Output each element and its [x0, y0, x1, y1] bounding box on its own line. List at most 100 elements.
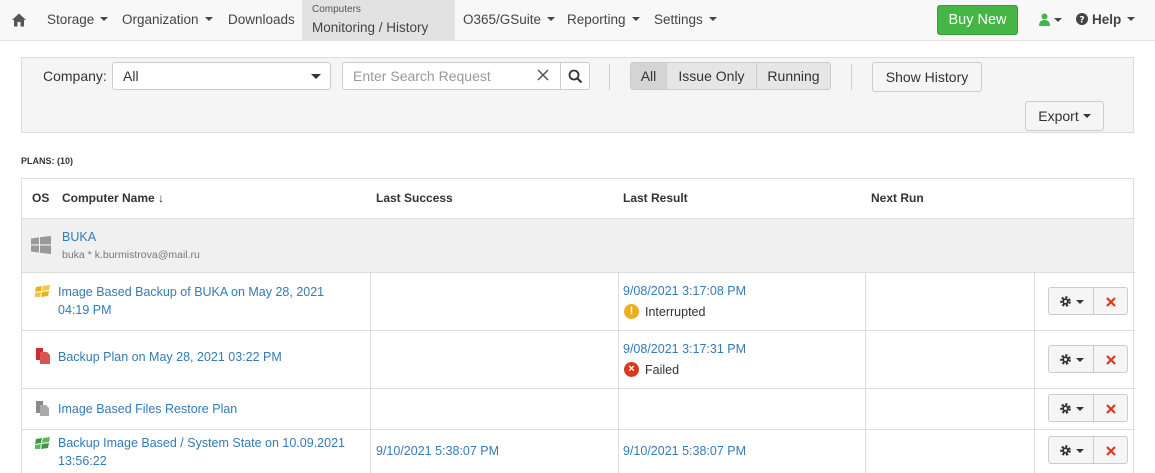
- search-button[interactable]: [560, 62, 590, 90]
- show-history-button[interactable]: Show History: [872, 62, 982, 92]
- divider: [609, 64, 610, 90]
- plan-settings-button[interactable]: [1048, 345, 1094, 373]
- chevron-down-icon: [1082, 114, 1091, 119]
- system-state-icon: [35, 437, 50, 449]
- nav-reporting-label: Reporting: [567, 12, 626, 27]
- header-last-success[interactable]: Last Success: [376, 179, 453, 218]
- close-icon: [1106, 355, 1116, 365]
- toggle-running[interactable]: Running: [756, 62, 831, 90]
- search-icon: [568, 69, 583, 84]
- home-icon[interactable]: [11, 12, 27, 28]
- toggle-issue-only[interactable]: Issue Only: [666, 62, 757, 90]
- delete-plan-button[interactable]: [1093, 287, 1128, 315]
- chevron-down-icon: [204, 17, 213, 22]
- delete-plan-button[interactable]: [1093, 345, 1128, 373]
- table-row: Backup Plan on May 28, 2021 03:22 PM 9/0…: [22, 331, 1133, 388]
- plan-name-link[interactable]: Image Based Files Restore Plan: [58, 400, 358, 418]
- header-last-result[interactable]: Last Result: [623, 179, 688, 218]
- plan-name-link[interactable]: Backup Image Based / System State on 10.…: [58, 434, 358, 470]
- nav-o365[interactable]: O365/GSuite: [463, 0, 556, 40]
- chevron-down-icon: [1076, 300, 1084, 304]
- status-text: Interrupted: [645, 305, 706, 319]
- chevron-down-icon: [1076, 449, 1084, 453]
- chevron-down-icon: [100, 17, 109, 22]
- plan-name-link[interactable]: Backup Plan on May 28, 2021 03:22 PM: [58, 348, 358, 366]
- computer-group-row[interactable]: BUKA buka * k.burmistrova@mail.ru: [22, 219, 1133, 272]
- status-text: Failed: [645, 363, 680, 377]
- computer-owner: buka * k.burmistrova@mail.ru: [62, 249, 200, 261]
- header-os[interactable]: OS: [32, 179, 49, 218]
- gear-icon: [1060, 296, 1071, 307]
- plan-settings-button[interactable]: [1048, 436, 1094, 464]
- close-icon: [1106, 404, 1116, 414]
- company-select-value: All: [123, 68, 139, 84]
- nav-settings[interactable]: Settings: [654, 0, 717, 40]
- plan-settings-button[interactable]: [1048, 287, 1094, 315]
- table-row: Backup Image Based / System State on 10.…: [22, 430, 1133, 473]
- nav-downloads[interactable]: Downloads: [228, 0, 295, 40]
- chevron-down-icon: [631, 17, 640, 22]
- export-button[interactable]: Export: [1025, 101, 1104, 131]
- nav-o365-label: O365/GSuite: [463, 12, 542, 27]
- table-row: Image Based Files Restore Plan: [22, 389, 1133, 429]
- filter-panel: Company: All Enter Search Request All Is…: [21, 57, 1134, 133]
- divider: [851, 64, 852, 90]
- chevron-down-icon: [1127, 17, 1136, 22]
- nav-storage-label: Storage: [47, 12, 95, 27]
- nav-downloads-label: Downloads: [228, 12, 295, 27]
- nav-monitoring-history[interactable]: Computers Monitoring / History: [302, 0, 455, 40]
- chevron-down-icon: [1076, 358, 1084, 362]
- close-icon: [1106, 446, 1116, 456]
- chevron-down-icon: [547, 17, 556, 22]
- close-icon: [1106, 297, 1116, 307]
- company-label: Company:: [43, 68, 107, 84]
- error-icon: ×: [624, 362, 639, 377]
- search-placeholder: Enter Search Request: [353, 68, 491, 84]
- buy-new-button[interactable]: Buy New: [937, 5, 1018, 35]
- file-backup-icon: [36, 348, 50, 364]
- windows-icon: [31, 236, 51, 254]
- last-result-link[interactable]: 9/08/2021 3:17:31 PM: [623, 342, 746, 356]
- gear-icon: [1060, 445, 1071, 456]
- warning-icon: !: [624, 304, 639, 319]
- help-icon: ?: [1076, 13, 1088, 26]
- delete-plan-button[interactable]: [1093, 394, 1128, 422]
- plans-table: OS Computer Name ↓ Last Success Last Res…: [21, 178, 1135, 473]
- nav-organization-label: Organization: [122, 12, 199, 27]
- plan-name-link[interactable]: Image Based Backup of BUKA on May 28, 20…: [58, 283, 358, 319]
- chevron-down-icon: [1054, 18, 1062, 22]
- nav-active-sub: Computers: [312, 4, 361, 15]
- last-success-link[interactable]: 9/10/2021 5:38:07 PM: [376, 444, 499, 458]
- chevron-down-icon: [311, 74, 321, 79]
- chevron-down-icon: [1076, 407, 1084, 411]
- help-label: Help: [1092, 12, 1122, 27]
- export-label: Export: [1038, 108, 1079, 124]
- top-navbar: Storage Organization Downloads Computers…: [0, 0, 1155, 41]
- help-menu[interactable]: ? Help: [1076, 0, 1136, 40]
- computer-name-link[interactable]: BUKA: [62, 230, 96, 244]
- gear-icon: [1060, 403, 1071, 414]
- chevron-down-icon: [708, 17, 717, 22]
- header-computer-name[interactable]: Computer Name ↓: [62, 179, 164, 218]
- plan-settings-button[interactable]: [1048, 394, 1094, 422]
- close-icon[interactable]: [536, 68, 550, 82]
- svg-text:?: ?: [1079, 16, 1084, 26]
- delete-plan-button[interactable]: [1093, 436, 1128, 464]
- nav-reporting[interactable]: Reporting: [567, 0, 640, 40]
- nav-settings-label: Settings: [654, 12, 703, 27]
- plans-count: PLANS: (10): [21, 156, 74, 166]
- toggle-all[interactable]: All: [630, 62, 667, 90]
- header-next-run[interactable]: Next Run: [871, 179, 924, 218]
- company-select[interactable]: All: [112, 62, 331, 90]
- table-row: Image Based Backup of BUKA on May 28, 20…: [22, 273, 1133, 330]
- search-input[interactable]: Enter Search Request: [342, 62, 561, 90]
- user-icon[interactable]: [1039, 13, 1050, 26]
- image-backup-icon: [35, 285, 50, 297]
- nav-organization[interactable]: Organization: [122, 0, 213, 40]
- last-result-link[interactable]: 9/08/2021 3:17:08 PM: [623, 284, 746, 298]
- restore-icon: [36, 401, 49, 416]
- last-result-link[interactable]: 9/10/2021 5:38:07 PM: [623, 444, 746, 458]
- gear-icon: [1060, 354, 1071, 365]
- nav-storage[interactable]: Storage: [47, 0, 109, 40]
- nav-active-main: Monitoring / History: [312, 20, 429, 35]
